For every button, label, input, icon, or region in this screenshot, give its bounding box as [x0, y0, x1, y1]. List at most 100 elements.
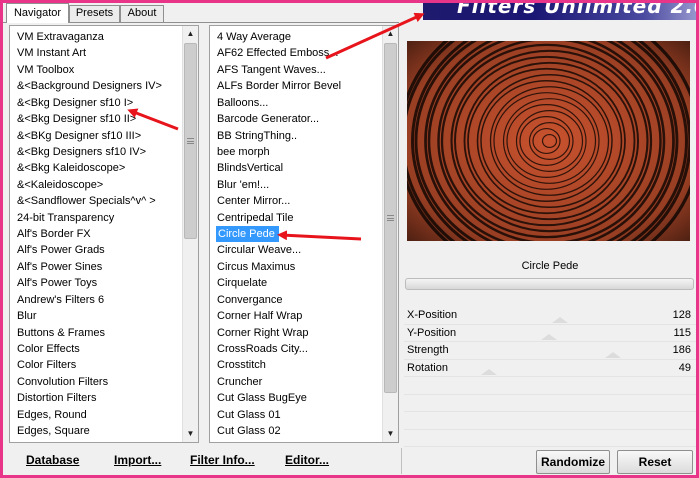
param-strength[interactable]: Strength 186: [404, 342, 696, 360]
category-list-items: VM Extravaganza VM Instant Art VM Toolbox &…: [10, 29, 182, 440]
category-item[interactable]: Alf's Power Toys: [10, 275, 182, 291]
category-item[interactable]: Buttons & Frames: [10, 325, 182, 341]
scroll-down-icon[interactable]: ▼: [383, 426, 398, 442]
scroll-down-icon[interactable]: ▼: [183, 426, 198, 442]
filter-item[interactable]: Cut Glass BugEye: [210, 390, 382, 406]
category-item[interactable]: &<Sandflower Specials^v^ >: [10, 193, 182, 209]
filter-item[interactable]: Cruncher: [210, 374, 382, 390]
category-scroll-thumb[interactable]: [184, 43, 197, 239]
category-item[interactable]: &<Kaleidoscope>: [10, 177, 182, 193]
category-item[interactable]: Blur: [10, 308, 182, 324]
filter-item[interactable]: AFS Tangent Waves...: [210, 62, 382, 78]
slider-marker-icon[interactable]: [480, 369, 497, 375]
scroll-up-icon[interactable]: ▲: [383, 26, 398, 42]
filter-item[interactable]: BlindsVertical: [210, 160, 382, 176]
filter-item[interactable]: CrossRoads City...: [210, 341, 382, 357]
editor-button[interactable]: Editor...: [285, 453, 329, 467]
filter-item[interactable]: Cirquelate: [210, 275, 382, 291]
filter-item[interactable]: Balloons...: [210, 95, 382, 111]
tab-navigator[interactable]: Navigator: [6, 3, 69, 23]
preview-panel: [404, 25, 696, 243]
title-banner: Filters Unlimited 2.0: [423, 0, 699, 20]
empty-param-row: [404, 395, 696, 412]
param-label: Rotation: [407, 361, 448, 374]
category-item[interactable]: Edges, Round: [10, 407, 182, 423]
filter-item[interactable]: Cut Glass 01: [210, 407, 382, 423]
filter-list-items: 4 Way Average AF62 Effected Emboss... AFS …: [210, 29, 382, 440]
filter-item[interactable]: Convergance: [210, 292, 382, 308]
filter-item[interactable]: Barcode Generator...: [210, 111, 382, 127]
category-item[interactable]: Alf's Power Sines: [10, 259, 182, 275]
spiral-preview-graphic: [407, 41, 690, 241]
tab-about[interactable]: About: [120, 5, 164, 22]
progress-bar: [405, 278, 694, 290]
category-item[interactable]: &<Bkg Designer sf10 I>: [10, 95, 182, 111]
filter-item[interactable]: ALFs Border Mirror Bevel: [210, 78, 382, 94]
category-item[interactable]: VM Extravaganza: [10, 29, 182, 45]
filter-item[interactable]: AF62 Effected Emboss...: [210, 45, 382, 61]
reset-button[interactable]: Reset: [617, 450, 693, 474]
category-item[interactable]: Alf's Power Grads: [10, 242, 182, 258]
category-item[interactable]: &<Background Designers IV>: [10, 78, 182, 94]
category-item[interactable]: VM Toolbox: [10, 62, 182, 78]
grip-icon: [387, 215, 394, 221]
filter-scrollbar[interactable]: ▲ ▼: [382, 26, 398, 442]
param-value: 49: [678, 361, 691, 374]
filter-item[interactable]: Crosstitch: [210, 357, 382, 373]
filter-item[interactable]: Blur 'em!...: [210, 177, 382, 193]
filter-list[interactable]: 4 Way Average AF62 Effected Emboss... AFS …: [209, 25, 399, 443]
category-item[interactable]: Andrew's Filters 6: [10, 292, 182, 308]
param-label: Y-Position: [407, 326, 457, 339]
category-item[interactable]: VM Instant Art: [10, 45, 182, 61]
category-item[interactable]: 24-bit Transparency: [10, 210, 182, 226]
banner-title: Filters Unlimited 2.0: [457, 0, 699, 18]
param-value: 128: [672, 309, 691, 321]
scroll-up-icon[interactable]: ▲: [183, 26, 198, 42]
filter-info-button[interactable]: Filter Info...: [190, 453, 255, 467]
randomize-button[interactable]: Randomize: [536, 450, 610, 474]
category-list[interactable]: VM Extravaganza VM Instant Art VM Toolbox &…: [9, 25, 199, 443]
category-item[interactable]: Alf's Border FX: [10, 226, 182, 242]
category-item[interactable]: Edges, Square: [10, 423, 182, 439]
slider-marker-icon[interactable]: [540, 334, 557, 340]
database-button[interactable]: Database: [26, 453, 79, 467]
filter-item[interactable]: 4 Way Average: [210, 29, 382, 45]
selected-filter-name: Circle Pede: [521, 260, 579, 272]
category-item[interactable]: Color Filters: [10, 357, 182, 373]
empty-param-row: [404, 412, 696, 430]
import-button[interactable]: Import...: [114, 453, 161, 467]
parameter-panel: X-Position 128 Y-Position 115 Strength 1…: [404, 307, 696, 447]
category-item[interactable]: Color Effects: [10, 341, 182, 357]
category-item[interactable]: Distortion Filters: [10, 390, 182, 406]
slider-marker-icon[interactable]: [552, 316, 569, 323]
filter-item[interactable]: bee morph: [210, 144, 382, 160]
param-label: X-Position: [407, 309, 458, 321]
category-item[interactable]: &<BKg Designer sf10 III>: [10, 128, 182, 144]
filter-item-selected[interactable]: Circle Pede: [216, 226, 279, 243]
category-scrollbar[interactable]: ▲ ▼: [182, 26, 198, 442]
param-y-position[interactable]: Y-Position 115: [404, 325, 696, 342]
empty-param-row: [404, 377, 696, 395]
filter-item[interactable]: Corner Half Wrap: [210, 308, 382, 324]
filters-unlimited-dialog: Navigator Presets About Filters Unlimite…: [0, 0, 699, 478]
empty-param-row: [404, 430, 696, 447]
category-item[interactable]: &<Bkg Kaleidoscope>: [10, 160, 182, 176]
param-x-position[interactable]: X-Position 128: [404, 307, 696, 325]
category-item[interactable]: Convolution Filters: [10, 374, 182, 390]
filter-scroll-thumb[interactable]: [384, 43, 397, 393]
filter-item[interactable]: BB StringThing..: [210, 128, 382, 144]
filter-item[interactable]: Cut Glass 02: [210, 423, 382, 439]
toolbar-divider: [401, 448, 402, 474]
tab-presets[interactable]: Presets: [69, 5, 120, 22]
preview-image[interactable]: [407, 41, 690, 241]
category-item[interactable]: &<Bkg Designer sf10 II>: [10, 111, 182, 127]
filter-item[interactable]: Circus Maximus: [210, 259, 382, 275]
filter-item[interactable]: Center Mirror...: [210, 193, 382, 209]
category-item[interactable]: &<Bkg Designers sf10 IV>: [10, 144, 182, 160]
bottom-toolbar: Database Import... Filter Info... Editor…: [3, 446, 696, 475]
param-rotation[interactable]: Rotation 49: [404, 360, 696, 377]
filter-item[interactable]: Centripedal Tile: [210, 210, 382, 226]
slider-marker-icon[interactable]: [605, 351, 622, 358]
filter-item[interactable]: Corner Right Wrap: [210, 325, 382, 341]
filter-item[interactable]: Circular Weave...: [210, 242, 382, 258]
